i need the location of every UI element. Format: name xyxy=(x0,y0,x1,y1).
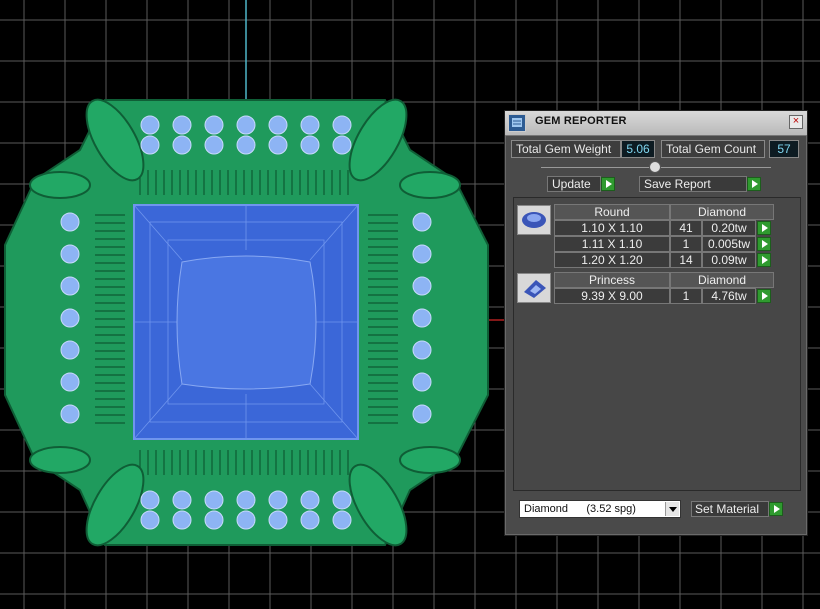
gem-reporter-panel: GEM REPORTER × Total Gem Weight 5.06 Tot… xyxy=(504,110,808,536)
select-gems-icon[interactable] xyxy=(757,221,771,235)
prong-right-bottom xyxy=(399,446,461,474)
gem-weight: 0.09tw xyxy=(702,252,756,268)
gem-size: 1.10 X 1.10 xyxy=(554,220,670,236)
melee-stone xyxy=(60,340,80,360)
melee-stone xyxy=(60,212,80,232)
update-button[interactable]: Update xyxy=(547,176,601,192)
melee-stone xyxy=(60,404,80,424)
melee-stone xyxy=(268,490,288,510)
melee-stone xyxy=(412,404,432,424)
select-gems-icon[interactable] xyxy=(757,237,771,251)
melee-stone xyxy=(412,340,432,360)
gem-weight: 4.76tw xyxy=(702,288,756,304)
gem-list: Round Diamond 1.10 X 1.10 41 0.20tw 1.11… xyxy=(513,197,801,491)
melee-stone xyxy=(140,115,160,135)
melee-stone xyxy=(60,308,80,328)
melee-stone xyxy=(236,115,256,135)
save-report-go-icon[interactable] xyxy=(747,177,761,191)
melee-stone xyxy=(412,276,432,296)
select-gems-icon[interactable] xyxy=(757,253,771,267)
set-material-button[interactable]: Set Material xyxy=(691,501,769,517)
melee-stone xyxy=(300,115,320,135)
gem-count: 14 xyxy=(670,252,702,268)
melee-stone xyxy=(140,490,160,510)
prong-left-bottom xyxy=(29,446,91,474)
group-material-header: Diamond xyxy=(670,204,774,220)
select-gems-icon[interactable] xyxy=(757,289,771,303)
prong-right-top xyxy=(399,171,461,199)
melee-stone xyxy=(332,490,352,510)
save-report-button[interactable]: Save Report xyxy=(639,176,747,192)
prong-left-top xyxy=(29,171,91,199)
material-select-value: Diamond (3.52 spg) xyxy=(524,503,636,515)
melee-stone xyxy=(300,490,320,510)
melee-stone xyxy=(172,490,192,510)
melee-stone xyxy=(412,372,432,392)
melee-stone xyxy=(332,510,352,530)
gem-weight: 0.005tw xyxy=(702,236,756,252)
gem-count: 41 xyxy=(670,220,702,236)
melee-stone xyxy=(268,135,288,155)
melee-stone xyxy=(140,510,160,530)
melee-stone xyxy=(204,115,224,135)
melee-stone xyxy=(412,308,432,328)
round-gem-icon xyxy=(517,205,551,235)
group-material-header: Diamond xyxy=(670,272,774,288)
melee-stone xyxy=(172,115,192,135)
melee-stone xyxy=(412,244,432,264)
collapse-knob[interactable] xyxy=(649,161,661,173)
close-icon[interactable]: × xyxy=(789,115,803,129)
group-shape-header: Princess xyxy=(554,272,670,288)
gem-reporter-icon xyxy=(508,114,526,132)
melee-stone xyxy=(204,510,224,530)
melee-stone xyxy=(172,135,192,155)
gem-count: 1 xyxy=(670,288,702,304)
melee-stone xyxy=(60,244,80,264)
melee-stone xyxy=(332,135,352,155)
melee-stone xyxy=(268,115,288,135)
melee-stone xyxy=(60,372,80,392)
melee-stone xyxy=(236,135,256,155)
gem-size: 9.39 X 9.00 xyxy=(554,288,670,304)
panel-titlebar[interactable]: GEM REPORTER × xyxy=(505,111,807,136)
material-select[interactable]: Diamond (3.52 spg) xyxy=(519,500,681,518)
melee-stone xyxy=(332,115,352,135)
melee-stone xyxy=(236,510,256,530)
princess-gem-icon xyxy=(517,273,551,303)
melee-stone xyxy=(236,490,256,510)
melee-stone xyxy=(60,276,80,296)
melee-stone xyxy=(204,135,224,155)
gem-size: 1.20 X 1.20 xyxy=(554,252,670,268)
ring-model[interactable] xyxy=(4,91,489,554)
melee-stone xyxy=(300,510,320,530)
total-gem-weight-value: 5.06 xyxy=(621,140,655,158)
set-material-go-icon[interactable] xyxy=(769,502,783,516)
chevron-down-icon[interactable] xyxy=(665,502,679,516)
total-gem-count-label: Total Gem Count xyxy=(661,140,765,158)
melee-stone xyxy=(268,510,288,530)
center-stone-table xyxy=(176,255,317,390)
gem-size: 1.11 X 1.10 xyxy=(554,236,670,252)
melee-stone xyxy=(204,490,224,510)
melee-stone xyxy=(172,510,192,530)
melee-stone xyxy=(300,135,320,155)
gem-weight: 0.20tw xyxy=(702,220,756,236)
update-go-icon[interactable] xyxy=(601,177,615,191)
total-gem-weight-label: Total Gem Weight xyxy=(511,140,621,158)
melee-stone xyxy=(140,135,160,155)
gem-count: 1 xyxy=(670,236,702,252)
total-gem-count-value: 57 xyxy=(769,140,799,158)
panel-title: GEM REPORTER xyxy=(535,115,627,127)
melee-stone xyxy=(412,212,432,232)
group-shape-header: Round xyxy=(554,204,670,220)
